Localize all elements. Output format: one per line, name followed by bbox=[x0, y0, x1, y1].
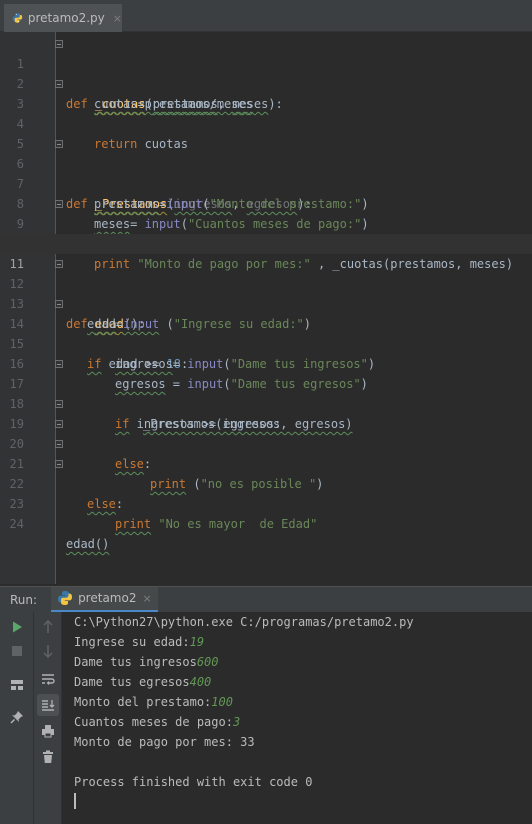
console-line: Monto del prestamo:100 bbox=[74, 692, 233, 712]
code-editor[interactable]: 1 def _cuotas(prestamos, meses): 2 cuota… bbox=[0, 32, 532, 584]
code-line: 3 return cuotas bbox=[0, 74, 532, 151]
console-user-input: 600 bbox=[196, 655, 219, 669]
code-line: 16 egresos = input("Dame tus egresos") bbox=[0, 334, 532, 391]
fold-minus-icon[interactable] bbox=[55, 440, 63, 448]
console-prompt: Monto del prestamo: bbox=[74, 695, 212, 709]
printer-icon bbox=[42, 725, 54, 738]
scroll-up-button[interactable] bbox=[37, 616, 59, 638]
console-output-line: Monto de pago por mes: 33 bbox=[74, 735, 255, 749]
play-icon bbox=[13, 621, 22, 633]
fold-minus-icon[interactable] bbox=[55, 300, 63, 308]
code-line: 19 else: bbox=[0, 394, 532, 471]
run-console-output[interactable]: C:\Python27\python.exe C:/programas/pret… bbox=[62, 612, 532, 824]
console-prompt: Cuantos meses de pago: bbox=[74, 715, 233, 729]
fold-minus-icon[interactable] bbox=[55, 40, 63, 48]
statement: edad() bbox=[66, 537, 110, 551]
code-line: 9 print "Monto de pago por mes:" , _cuot… bbox=[0, 194, 532, 271]
code-line: 12 def edad(): bbox=[0, 254, 532, 331]
soft-wrap-icon bbox=[42, 674, 55, 685]
close-icon[interactable]: × bbox=[113, 12, 122, 25]
console-user-input: 19 bbox=[189, 635, 205, 649]
console-line: Cuantos meses de pago:3 bbox=[74, 712, 240, 732]
console-line: Ingrese su edad:19 bbox=[74, 632, 204, 652]
console-command-line: C:\Python27\python.exe C:/programas/pret… bbox=[74, 615, 414, 629]
fold-end-icon[interactable] bbox=[55, 460, 63, 468]
code-line: 21 else: bbox=[0, 434, 532, 511]
fold-minus-icon[interactable] bbox=[55, 260, 63, 268]
layout-icon bbox=[11, 680, 23, 690]
console-user-input: 400 bbox=[189, 675, 212, 689]
code-line: 23 bbox=[0, 474, 532, 511]
print-button[interactable] bbox=[37, 720, 59, 742]
console-exit-line: Process finished with exit code 0 bbox=[74, 775, 313, 789]
python-run-config-icon bbox=[58, 591, 73, 605]
run-panel-header: Run: pretamo2 × bbox=[0, 586, 532, 613]
trash-icon bbox=[43, 750, 53, 763]
scroll-to-end-icon bbox=[42, 700, 55, 711]
fold-minus-icon[interactable] bbox=[55, 360, 63, 368]
editor-tab-pretamo2[interactable]: pretamo2.py × bbox=[4, 4, 122, 32]
editor-tab-bar: pretamo2.py × bbox=[0, 0, 532, 32]
code-line: 18 _Prestamos(ingresos, egresos) bbox=[0, 374, 532, 431]
arrow-up-icon bbox=[43, 620, 53, 633]
code-line: 6 def _Prestamos(ingresos, egresos): bbox=[0, 134, 532, 211]
code-line: 24 edad() bbox=[0, 494, 532, 551]
keyword: print bbox=[115, 517, 152, 531]
pin-icon bbox=[10, 711, 23, 724]
console-line: Dame tus ingresos600 bbox=[74, 652, 219, 672]
string: "No es mayor de Edad" bbox=[158, 517, 318, 531]
soft-wrap-button[interactable] bbox=[37, 668, 59, 690]
python-file-icon bbox=[12, 13, 23, 23]
run-toolbar-left bbox=[0, 612, 34, 824]
code-line: 8 meses= input("Cuantos meses de pago:") bbox=[0, 174, 532, 231]
console-user-input: 3 bbox=[232, 715, 241, 729]
code-line: 13 edad=input ("Ingrese su edad:") bbox=[0, 274, 532, 331]
code-line: 10 bbox=[0, 214, 532, 251]
code-line: 5 bbox=[0, 114, 532, 151]
code-line: 4 bbox=[0, 94, 532, 131]
arrow-down-icon bbox=[43, 645, 53, 658]
run-panel-title: Run: bbox=[10, 592, 38, 607]
code-line: 14 if edad >= 18: bbox=[0, 294, 532, 371]
console-caret bbox=[74, 793, 76, 809]
close-icon[interactable]: × bbox=[142, 592, 151, 605]
code-line: 22 print "No es mayor de Edad" bbox=[0, 454, 532, 531]
stop-button[interactable] bbox=[6, 640, 28, 662]
console-user-input: 100 bbox=[211, 695, 233, 709]
fold-end-icon[interactable] bbox=[55, 200, 63, 208]
pin-button[interactable] bbox=[6, 706, 28, 728]
rerun-button[interactable] bbox=[6, 616, 28, 638]
editor-tab-label: pretamo2.py bbox=[27, 11, 105, 25]
code-line: 17 if ingresos >= egresos: bbox=[0, 354, 532, 431]
fold-minus-icon[interactable] bbox=[55, 140, 63, 148]
fold-minus-icon[interactable] bbox=[55, 400, 63, 408]
console-prompt: Ingrese su edad: bbox=[74, 635, 190, 649]
console-line: Dame tus egresos400 bbox=[74, 672, 211, 692]
run-tab-label: pretamo2 bbox=[78, 591, 137, 605]
fold-end-icon[interactable] bbox=[55, 80, 63, 88]
console-prompt: Dame tus egresos bbox=[74, 675, 190, 689]
scroll-down-button[interactable] bbox=[37, 640, 59, 662]
code-line: 15 ingresos= input("Dame tus ingresos") bbox=[0, 314, 532, 371]
code-line: 2 cuotas=prestamos/meses bbox=[0, 54, 532, 111]
layout-button[interactable] bbox=[6, 674, 28, 696]
code-line: 20 print ("no es posible ") bbox=[0, 414, 532, 491]
run-tab-pretamo2[interactable]: pretamo2 × bbox=[51, 586, 158, 613]
stop-icon bbox=[12, 646, 22, 656]
clear-all-button[interactable] bbox=[37, 746, 59, 768]
scroll-to-end-button[interactable] bbox=[37, 694, 59, 716]
code-line: 1 def _cuotas(prestamos, meses): bbox=[0, 34, 532, 111]
current-code-line: 11 bbox=[0, 234, 532, 271]
code-line: 7 prestamos=input("Monto del prestamo:") bbox=[0, 154, 532, 211]
fold-end-icon[interactable] bbox=[55, 420, 63, 428]
run-toolbar-right bbox=[34, 612, 62, 824]
line-number: 24 bbox=[9, 517, 24, 531]
console-prompt: Dame tus ingresos bbox=[74, 655, 197, 669]
